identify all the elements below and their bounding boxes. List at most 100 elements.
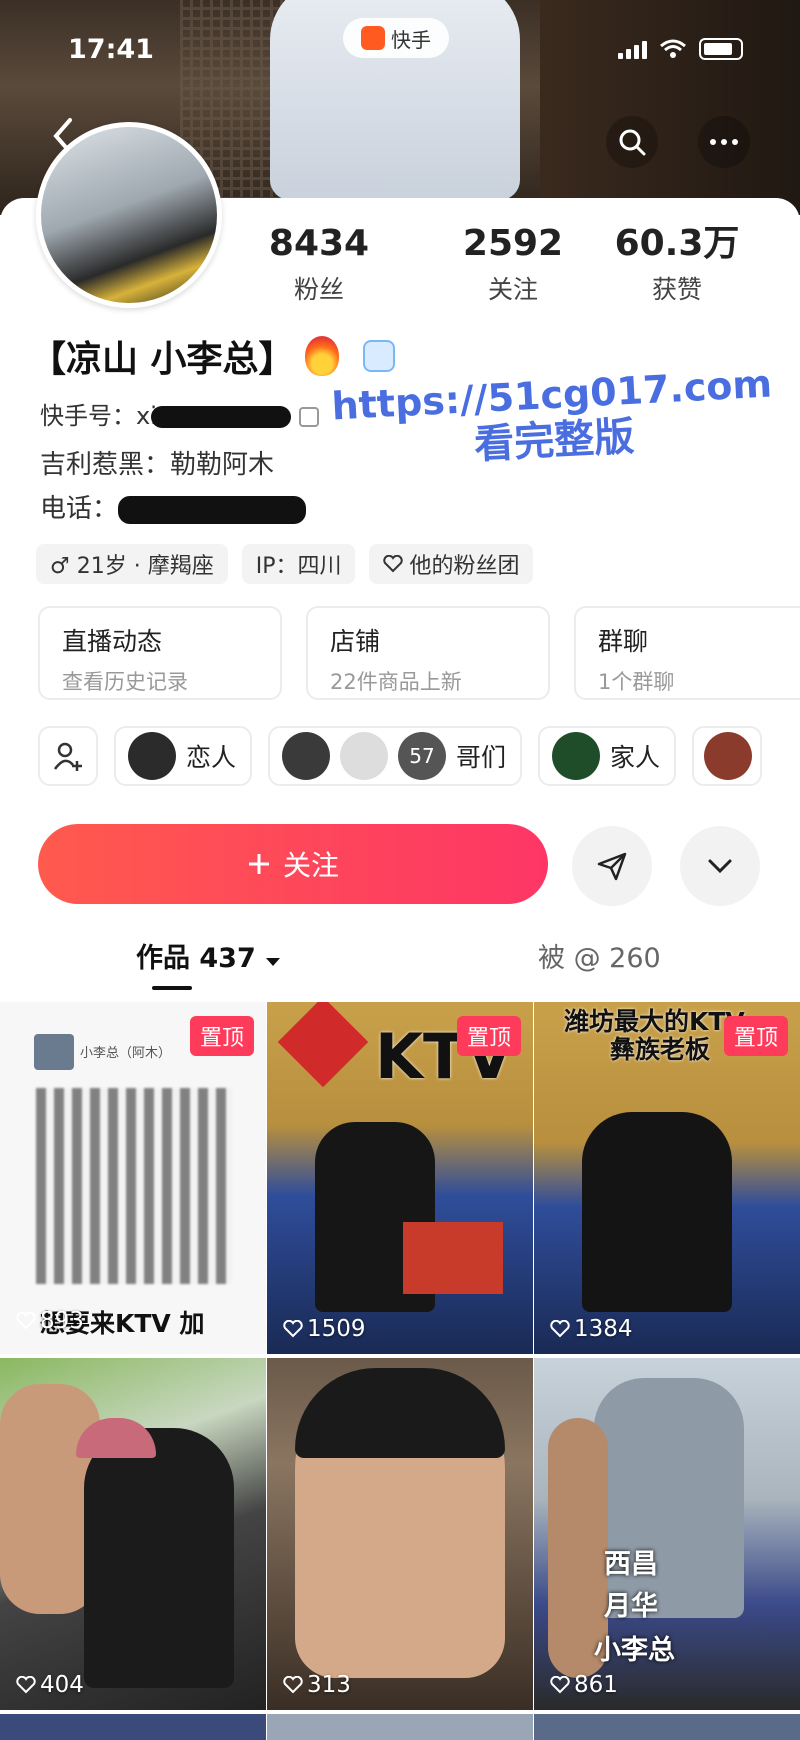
follow-button[interactable]: 关注	[38, 824, 548, 904]
video-person	[84, 1428, 234, 1688]
avatar[interactable]	[36, 122, 222, 308]
tab-works[interactable]: 作品 437	[136, 936, 281, 975]
copy-icon[interactable]	[298, 407, 319, 427]
qr-code	[36, 1088, 232, 1284]
content-tabs: 作品 437 被 @ 260	[0, 936, 800, 996]
profile-tags: ♂ 21岁 · 摩羯座 IP：四川 他的粉丝团	[36, 544, 534, 584]
video-caption-3: 小李总	[594, 1635, 675, 1666]
tab-mentioned[interactable]: 被 @ 260	[538, 936, 661, 975]
card-subtitle: 1个群聊	[598, 670, 675, 694]
card-title: 群聊	[598, 627, 649, 656]
tag-fan-club-label: 他的粉丝团	[409, 554, 520, 579]
pinned-badge: 置顶	[189, 1016, 254, 1056]
card-group-chat[interactable]: 群聊 1个群聊	[574, 606, 800, 700]
video-tile-partial[interactable]	[267, 1714, 533, 1740]
group-lovers[interactable]: 恋人	[114, 726, 253, 786]
card-shop[interactable]: 店铺 22件商品上新	[306, 606, 550, 700]
expand-button[interactable]	[680, 826, 760, 906]
stat-following[interactable]: 2592 关注	[438, 222, 588, 306]
video-person-hair	[295, 1368, 505, 1458]
video-likes: 1384	[550, 1316, 633, 1342]
send-message-button[interactable]	[572, 826, 652, 906]
group-avatar	[704, 732, 753, 780]
video-likes: 861	[550, 1672, 618, 1698]
add-person-icon	[53, 742, 82, 771]
group-avatar	[340, 732, 389, 780]
video-caption-2: 月华	[604, 1591, 658, 1622]
chevron-down-icon	[708, 859, 732, 874]
nickname: 【凉山 小李总】	[30, 330, 395, 382]
card-subtitle: 查看历史记录	[62, 670, 188, 694]
stat-label: 关注	[487, 275, 538, 304]
likes-count: 1384	[574, 1316, 633, 1342]
group-avatar	[552, 732, 601, 780]
video-likes: 893	[16, 1308, 84, 1334]
video-tile[interactable]: 404	[0, 1358, 266, 1710]
group-count-badge: 57	[398, 732, 447, 780]
flame-icon	[304, 336, 339, 376]
search-button[interactable]	[606, 116, 658, 168]
video-tile[interactable]: 313	[267, 1358, 533, 1710]
video-person	[582, 1112, 732, 1312]
more-button[interactable]	[698, 116, 750, 168]
card-subtitle: 22件商品上新	[330, 670, 462, 694]
phone: 电话：	[40, 488, 307, 525]
video-tile-partial[interactable]	[534, 1714, 800, 1740]
likes-count: 893	[40, 1308, 84, 1334]
heart-outline-icon	[383, 555, 404, 573]
search-icon	[619, 129, 646, 156]
kuaishou-badge-label: 快手	[391, 27, 431, 52]
video-gift-box	[403, 1222, 503, 1294]
group-label: 恋人	[186, 743, 237, 772]
video-tile[interactable]: 西昌 月华 小李总 861	[534, 1358, 800, 1710]
tag-age-sign: ♂ 21岁 · 摩羯座	[36, 544, 228, 584]
heart-icon	[16, 1312, 36, 1330]
likes-count: 1509	[307, 1316, 366, 1342]
card-title: 直播动态	[62, 627, 163, 656]
heart-icon	[550, 1320, 570, 1338]
add-friend-button[interactable]	[38, 726, 98, 786]
tag-fan-club[interactable]: 他的粉丝团	[369, 544, 534, 584]
group-more[interactable]	[692, 726, 763, 786]
tab-underline	[152, 986, 192, 990]
video-likes: 313	[283, 1672, 351, 1698]
video-tile[interactable]: KTV 置顶 1509	[267, 1002, 533, 1354]
nickname-text: 【凉山 小李总】	[30, 339, 295, 380]
likes-count: 861	[574, 1672, 618, 1698]
send-icon	[597, 852, 627, 881]
stat-label: 获赞	[651, 275, 702, 304]
pinned-badge: 置顶	[456, 1016, 521, 1056]
stat-fans[interactable]: 8434 粉丝	[244, 222, 394, 306]
more-icon	[710, 139, 738, 145]
video-author-name: 小李总（阿木）	[80, 1046, 172, 1061]
video-likes: 1509	[283, 1316, 366, 1342]
video-caption: 西昌	[604, 1549, 658, 1580]
video-likes: 404	[16, 1672, 84, 1698]
card-live-history[interactable]: 直播动态 查看历史记录	[38, 606, 282, 700]
heart-icon	[283, 1320, 303, 1338]
stat-value: 60.3万	[614, 223, 740, 264]
stat-value: 2592	[462, 223, 564, 264]
heart-icon	[283, 1676, 303, 1694]
video-tile-partial[interactable]	[0, 1714, 266, 1740]
tab-works-label: 作品 437	[136, 943, 256, 974]
fu-decoration	[277, 1002, 369, 1088]
stat-value: 8434	[268, 223, 370, 264]
group-buddies[interactable]: 57 哥们	[268, 726, 523, 786]
video-tile[interactable]: 潍坊最大的KTV 彝族老板 置顶 1384	[534, 1002, 800, 1354]
kuaishou-logo-icon	[361, 26, 385, 50]
verified-badge-icon[interactable]	[362, 340, 395, 372]
video-tile[interactable]: 小李总（阿木） 置顶 想要来KTV 加 893	[0, 1002, 266, 1354]
video-grid: 小李总（阿木） 置顶 想要来KTV 加 893 KTV 置顶 1509 潍坊最大…	[0, 1002, 800, 1740]
video-author-avatar	[34, 1034, 74, 1070]
phone-label: 电话：	[40, 494, 119, 524]
kuaishou-id-label: 快手号：	[40, 402, 136, 430]
stat-label: 粉丝	[293, 275, 344, 304]
tag-ip-location: IP：四川	[241, 544, 356, 584]
group-label: 家人	[610, 743, 661, 772]
group-family[interactable]: 家人	[538, 726, 677, 786]
group-label: 哥们	[456, 743, 507, 772]
cover-background-dark	[540, 0, 800, 215]
stat-likes[interactable]: 60.3万 获赞	[602, 222, 752, 306]
group-avatar	[128, 732, 176, 780]
